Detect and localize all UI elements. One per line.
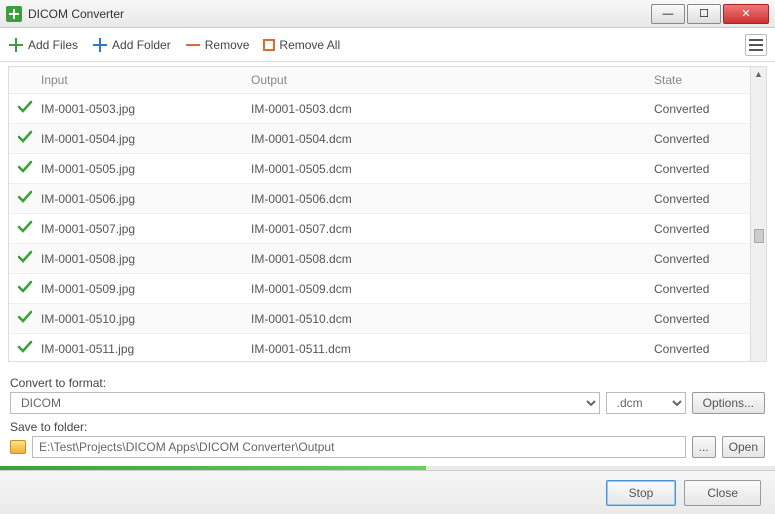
- add-files-button[interactable]: Add Files: [8, 37, 78, 53]
- options-button[interactable]: Options...: [692, 392, 765, 414]
- cell-output: IM-0001-0505.dcm: [251, 162, 654, 176]
- check-icon: [17, 134, 33, 148]
- app-icon: [6, 6, 22, 22]
- cell-input: IM-0001-0511.jpg: [41, 342, 251, 356]
- check-icon: [17, 344, 33, 358]
- cell-state: Converted: [654, 102, 742, 116]
- add-files-label: Add Files: [28, 38, 78, 52]
- stop-button[interactable]: Stop: [606, 480, 677, 506]
- cell-input: IM-0001-0508.jpg: [41, 252, 251, 266]
- cell-state: Converted: [654, 282, 742, 296]
- footer: Stop Close: [0, 470, 775, 514]
- cell-state: Converted: [654, 222, 742, 236]
- cell-input: IM-0001-0507.jpg: [41, 222, 251, 236]
- check-icon: [17, 104, 33, 118]
- add-folder-button[interactable]: Add Folder: [92, 37, 171, 53]
- remove-all-label: Remove All: [279, 38, 340, 52]
- toolbar: Add Files Add Folder Remove Remove All: [0, 28, 775, 62]
- cell-output: IM-0001-0507.dcm: [251, 222, 654, 236]
- table-row[interactable]: IM-0001-0510.jpgIM-0001-0510.dcmConverte…: [9, 304, 750, 334]
- cell-state: Converted: [654, 192, 742, 206]
- browse-button[interactable]: ...: [692, 436, 716, 458]
- cell-state: Converted: [654, 162, 742, 176]
- check-icon: [17, 254, 33, 268]
- close-window-button[interactable]: ✕: [723, 4, 769, 24]
- maximize-button[interactable]: ☐: [687, 4, 721, 24]
- cell-input: IM-0001-0505.jpg: [41, 162, 251, 176]
- extension-select[interactable]: .dcm: [606, 392, 686, 414]
- remove-button[interactable]: Remove: [185, 37, 250, 53]
- cell-state: Converted: [654, 312, 742, 326]
- list-body[interactable]: IM-0001-0503.jpgIM-0001-0503.dcmConverte…: [9, 94, 750, 362]
- cell-state: Converted: [654, 342, 742, 356]
- check-icon: [17, 164, 33, 178]
- plus-icon: [8, 37, 24, 53]
- table-row[interactable]: IM-0001-0508.jpgIM-0001-0508.dcmConverte…: [9, 244, 750, 274]
- cell-input: IM-0001-0510.jpg: [41, 312, 251, 326]
- cell-output: IM-0001-0509.dcm: [251, 282, 654, 296]
- col-output[interactable]: Output: [251, 73, 654, 87]
- window-title: DICOM Converter: [28, 7, 651, 21]
- check-icon: [17, 194, 33, 208]
- remove-all-button[interactable]: Remove All: [263, 38, 340, 52]
- app-window: DICOM Converter — ☐ ✕ Add Files Add Fold…: [0, 0, 775, 514]
- scroll-up-icon[interactable]: ▲: [754, 69, 763, 79]
- table-row[interactable]: IM-0001-0507.jpgIM-0001-0507.dcmConverte…: [9, 214, 750, 244]
- titlebar[interactable]: DICOM Converter — ☐ ✕: [0, 0, 775, 28]
- cell-output: IM-0001-0503.dcm: [251, 102, 654, 116]
- cell-output: IM-0001-0511.dcm: [251, 342, 654, 356]
- cell-output: IM-0001-0510.dcm: [251, 312, 654, 326]
- scroll-thumb[interactable]: [754, 229, 764, 243]
- col-input[interactable]: Input: [41, 73, 251, 87]
- minimize-button[interactable]: —: [651, 4, 685, 24]
- cell-input: IM-0001-0503.jpg: [41, 102, 251, 116]
- minus-icon: [185, 37, 201, 53]
- table-row[interactable]: IM-0001-0509.jpgIM-0001-0509.dcmConverte…: [9, 274, 750, 304]
- add-folder-label: Add Folder: [112, 38, 171, 52]
- cell-state: Converted: [654, 252, 742, 266]
- folder-icon: [10, 440, 26, 454]
- table-row[interactable]: IM-0001-0503.jpgIM-0001-0503.dcmConverte…: [9, 94, 750, 124]
- cell-input: IM-0001-0509.jpg: [41, 282, 251, 296]
- table-row[interactable]: IM-0001-0504.jpgIM-0001-0504.dcmConverte…: [9, 124, 750, 154]
- convert-format-label: Convert to format:: [10, 376, 765, 390]
- cell-output: IM-0001-0504.dcm: [251, 132, 654, 146]
- square-icon: [263, 39, 275, 51]
- table-row[interactable]: IM-0001-0511.jpgIM-0001-0511.dcmConverte…: [9, 334, 750, 362]
- col-state[interactable]: State: [654, 73, 742, 87]
- remove-label: Remove: [205, 38, 250, 52]
- cell-state: Converted: [654, 132, 742, 146]
- open-folder-button[interactable]: Open: [722, 436, 765, 458]
- table-row[interactable]: IM-0001-0506.jpgIM-0001-0506.dcmConverte…: [9, 184, 750, 214]
- check-icon: [17, 314, 33, 328]
- check-icon: [17, 224, 33, 238]
- save-path-input[interactable]: [32, 436, 686, 458]
- save-folder-label: Save to folder:: [10, 420, 765, 434]
- cell-output: IM-0001-0508.dcm: [251, 252, 654, 266]
- close-button[interactable]: Close: [684, 480, 761, 506]
- list-header: Input Output State: [9, 67, 750, 94]
- file-list: Input Output State IM-0001-0503.jpgIM-00…: [8, 66, 751, 362]
- cell-input: IM-0001-0506.jpg: [41, 192, 251, 206]
- table-row[interactable]: IM-0001-0505.jpgIM-0001-0505.dcmConverte…: [9, 154, 750, 184]
- cell-output: IM-0001-0506.dcm: [251, 192, 654, 206]
- outer-scrollbar[interactable]: ▲: [751, 66, 767, 362]
- format-select[interactable]: DICOM: [10, 392, 600, 414]
- cell-input: IM-0001-0504.jpg: [41, 132, 251, 146]
- menu-button[interactable]: [745, 34, 767, 56]
- plus-icon: [92, 37, 108, 53]
- check-icon: [17, 284, 33, 298]
